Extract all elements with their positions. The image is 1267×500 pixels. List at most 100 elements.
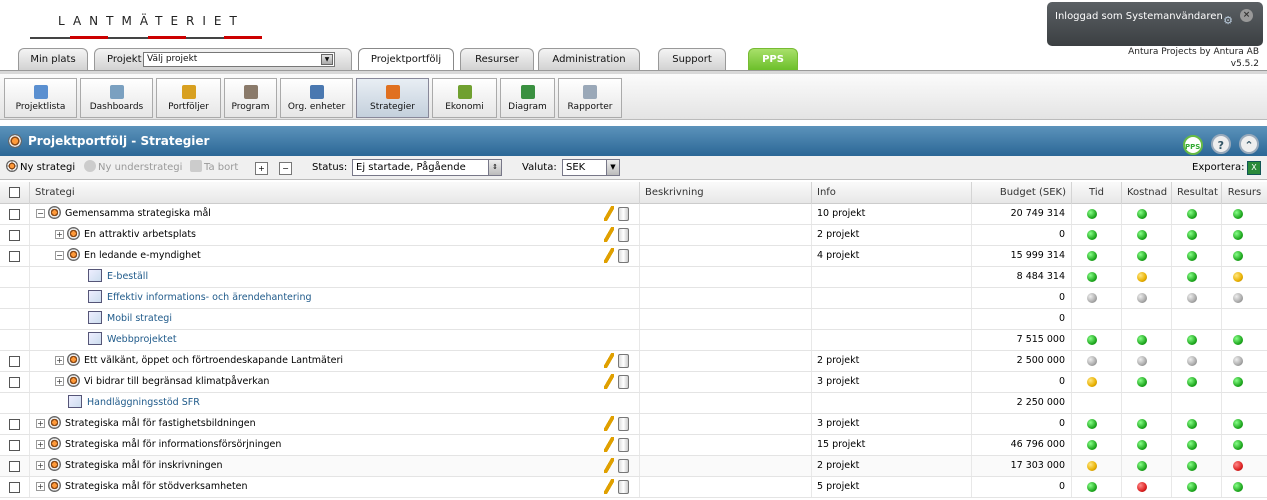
tab-min-plats[interactable]: Min plats (18, 48, 88, 70)
trash-icon[interactable] (618, 207, 629, 221)
collapse-icon[interactable]: − (36, 209, 45, 218)
row-checkbox[interactable] (9, 440, 20, 451)
col-budget[interactable]: Budget (SEK) (972, 182, 1072, 204)
table-row[interactable]: + En attraktiv arbetsplats 2 projekt 0 (0, 225, 1267, 246)
trash-icon[interactable] (618, 438, 629, 452)
collapse-icon[interactable]: ⌃ (1239, 134, 1259, 154)
new-substrategy-button[interactable]: Ny understrategi (84, 159, 182, 177)
edit-icon[interactable] (604, 416, 614, 431)
strategy-name[interactable]: Gemensamma strategiska mål (65, 208, 211, 219)
table-row[interactable]: + Strategiska mål för stödverksamheten 5 p… (0, 477, 1267, 498)
strategy-name[interactable]: Vi bidrar till begränsad klimatpåverkan (84, 376, 269, 387)
toolbar-program-button[interactable]: Program (224, 78, 277, 118)
toolbar-ekonomi-button[interactable]: Ekonomi (432, 78, 497, 118)
edit-icon[interactable] (604, 458, 614, 473)
row-checkbox[interactable] (9, 251, 20, 262)
table-row[interactable]: + Vi bidrar till begränsad klimatpåverkan… (0, 372, 1267, 393)
table-row[interactable]: Mobil strategi 0 (0, 309, 1267, 330)
trash-icon[interactable] (618, 249, 629, 263)
project-link[interactable]: E-beställ (107, 271, 148, 282)
toolbar-org-enheter-button[interactable]: Org. enheter (280, 78, 353, 118)
delete-button[interactable]: Ta bort (190, 159, 238, 177)
col-tid[interactable]: Tid (1072, 182, 1122, 204)
strategy-name[interactable]: Strategiska mål för stödverksamheten (65, 481, 248, 492)
trash-icon[interactable] (618, 480, 629, 494)
help-icon[interactable]: ? (1210, 134, 1231, 154)
table-row[interactable]: + Strategiska mål för informationsförsörj… (0, 435, 1267, 456)
table-row[interactable]: E-beställ 8 484 314 (0, 267, 1267, 288)
pps-icon[interactable]: PPS (1182, 135, 1203, 155)
expand-icon[interactable]: + (55, 377, 64, 386)
trash-icon[interactable] (618, 228, 629, 242)
expand-icon[interactable]: + (55, 230, 64, 239)
new-strategy-button[interactable]: Ny strategi (6, 159, 75, 177)
row-checkbox[interactable] (9, 356, 20, 367)
expand-icon[interactable]: + (36, 419, 45, 428)
toolbar-strategier-button[interactable]: Strategier (356, 78, 429, 118)
trash-icon[interactable] (618, 417, 629, 431)
strategy-name[interactable]: En attraktiv arbetsplats (84, 229, 196, 240)
strategy-name[interactable]: En ledande e-myndighet (84, 250, 201, 261)
status-select[interactable]: Ej startade, Pågående ⇕ (352, 159, 502, 176)
strategy-name[interactable]: Strategiska mål för fastighetsbildningen (65, 418, 256, 429)
edit-icon[interactable] (604, 227, 614, 242)
table-row[interactable]: + Ett välkänt, öppet och förtroendeskapan… (0, 351, 1267, 372)
expand-icon[interactable]: + (36, 482, 45, 491)
project-link[interactable]: Handläggningsstöd SFR (87, 397, 200, 408)
row-checkbox[interactable] (9, 482, 20, 493)
col-resultat[interactable]: Resultat (1172, 182, 1222, 204)
expand-icon[interactable]: + (36, 440, 45, 449)
row-checkbox[interactable] (9, 419, 20, 430)
col-kostnad[interactable]: Kostnad (1122, 182, 1172, 204)
trash-icon[interactable] (618, 375, 629, 389)
toolbar-dashboards-button[interactable]: Dashboards (80, 78, 153, 118)
toolbar-portföljer-button[interactable]: Portföljer (156, 78, 221, 118)
table-row[interactable]: + Strategiska mål för fastighetsbildninge… (0, 414, 1267, 435)
col-resurs[interactable]: Resurs (1222, 182, 1267, 204)
expand-all-icon[interactable]: + (255, 162, 268, 175)
currency-select[interactable]: SEK ▼ (562, 159, 620, 176)
table-row[interactable]: − Gemensamma strategiska mål 10 projekt 20 … (0, 204, 1267, 225)
project-link[interactable]: Webbprojektet (107, 334, 177, 345)
row-checkbox[interactable] (9, 209, 20, 220)
trash-icon[interactable] (618, 354, 629, 368)
strategy-name[interactable]: Ett välkänt, öppet och förtroendeskapand… (84, 355, 343, 366)
table-row[interactable]: Effektiv informations- och ärendehanteri… (0, 288, 1267, 309)
toolbar-diagram-button[interactable]: Diagram (500, 78, 555, 118)
strategy-name[interactable]: Strategiska mål för inskrivningen (65, 460, 223, 471)
tab-pps[interactable]: PPS (748, 48, 798, 70)
row-checkbox[interactable] (9, 230, 20, 241)
edit-icon[interactable] (604, 374, 614, 389)
tab-projekt[interactable]: Projekt Välj projekt ▼ (94, 48, 352, 70)
col-strategi[interactable]: Strategi (30, 182, 640, 204)
collapse-icon[interactable]: − (55, 251, 64, 260)
select-all-checkbox[interactable] (9, 187, 20, 198)
edit-icon[interactable] (604, 353, 614, 368)
row-checkbox[interactable] (9, 461, 20, 472)
tab-support[interactable]: Support (658, 48, 726, 70)
logout-icon[interactable]: × (1240, 9, 1253, 22)
expand-icon[interactable]: + (55, 356, 64, 365)
expand-icon[interactable]: + (36, 461, 45, 470)
row-checkbox[interactable] (9, 377, 20, 388)
col-beskrivning[interactable]: Beskrivning (640, 182, 812, 204)
trash-icon[interactable] (618, 459, 629, 473)
project-link[interactable]: Mobil strategi (107, 313, 172, 324)
excel-export-icon[interactable]: X (1247, 161, 1261, 175)
table-row[interactable]: Handläggningsstöd SFR 2 250 000 (0, 393, 1267, 414)
toolbar-rapporter-button[interactable]: Rapporter (558, 78, 622, 118)
table-row[interactable]: + Strategiska mål för inskrivningen 2 proj… (0, 456, 1267, 477)
table-row[interactable]: Webbprojektet 7 515 000 (0, 330, 1267, 351)
tab-administration[interactable]: Administration (538, 48, 640, 70)
tab-resurser[interactable]: Resurser (460, 48, 534, 70)
strategy-name[interactable]: Strategiska mål för informationsförsörjn… (65, 439, 281, 450)
table-row[interactable]: − En ledande e-myndighet 4 projekt 15 999 3… (0, 246, 1267, 267)
project-link[interactable]: Effektiv informations- och ärendehanteri… (107, 292, 312, 303)
col-info[interactable]: Info (812, 182, 972, 204)
collapse-all-icon[interactable]: − (279, 162, 292, 175)
tab-projektportfolj[interactable]: Projektportfölj (358, 48, 454, 72)
edit-icon[interactable] (604, 479, 614, 494)
edit-icon[interactable] (604, 248, 614, 263)
project-select[interactable]: Välj projekt ▼ (143, 52, 335, 67)
toolbar-projektlista-button[interactable]: Projektlista (4, 78, 77, 118)
